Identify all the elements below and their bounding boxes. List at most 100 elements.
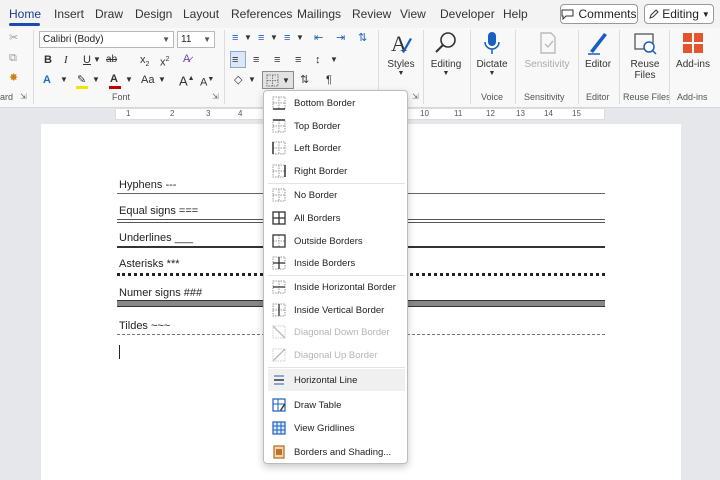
sensitivity-button[interactable]: Sensitivity (519, 30, 575, 70)
shading-icon[interactable]: ◇ (234, 73, 242, 87)
ruler-number: 15 (572, 109, 581, 118)
copy-icon[interactable]: ⧉ (9, 51, 17, 65)
bullets-icon[interactable]: ≡ (232, 31, 238, 45)
group-divider (669, 30, 670, 104)
menu-item-label: Bottom Border (294, 97, 356, 109)
doc-line-asterisks[interactable]: Asterisks *** (119, 258, 180, 270)
menu-item-top-border[interactable]: Top Border (268, 115, 405, 137)
chevron-down-icon[interactable]: ▼ (296, 31, 304, 45)
cut-icon[interactable]: ✂ (9, 31, 18, 45)
doc-line-number-signs[interactable]: Numer signs ### (119, 287, 202, 299)
menu-item-all-borders[interactable]: All Borders (268, 207, 405, 229)
menu-item-draw-table[interactable]: Draw Table (268, 394, 405, 416)
menu-item-label: Inside Horizontal Border (294, 281, 396, 293)
change-case-button[interactable]: Aa (141, 73, 154, 87)
doc-line-equal-signs[interactable]: Equal signs === (119, 205, 198, 217)
doc-line-tildes[interactable]: Tildes ~~~ (119, 320, 170, 332)
editor-button[interactable]: Editor (581, 30, 615, 70)
highlight-icon[interactable]: ✎ (77, 73, 86, 87)
outside-borders-icon (272, 234, 286, 248)
dictate-button[interactable]: Dictate ▼ (474, 30, 510, 77)
font-size-combo[interactable]: 11 ▼ (177, 31, 215, 48)
menu-item-horizontal-line[interactable]: Horizontal Line (268, 369, 405, 391)
font-name-combo[interactable]: Calibri (Body) ▼ (39, 31, 174, 48)
italic-button[interactable]: I (64, 53, 68, 67)
chevron-down-icon: ▼ (162, 35, 170, 44)
editing-button[interactable]: Editing ▼ (428, 30, 464, 77)
align-right-icon[interactable]: ≡ (274, 53, 280, 67)
tab-design[interactable]: Design (135, 7, 172, 21)
align-center-icon[interactable]: ≡ (253, 53, 259, 67)
text-effects-icon[interactable]: A (43, 73, 51, 87)
font-size-value: 11 (181, 34, 192, 45)
menu-item-right-border[interactable]: Right Border (268, 160, 405, 182)
sort-az-icon[interactable]: ⇅ (300, 73, 309, 87)
chevron-down-icon[interactable]: ▼ (270, 31, 278, 45)
format-painter-icon[interactable]: ✸ (9, 71, 18, 85)
editing-mode-button[interactable]: Editing ▼ (644, 4, 714, 24)
tab-review[interactable]: Review (352, 7, 391, 21)
chevron-down-icon[interactable]: ▼ (330, 53, 338, 67)
menu-item-bottom-border[interactable]: Bottom Border (268, 92, 405, 114)
increase-indent-icon[interactable]: ⇥ (336, 31, 345, 45)
menu-item-no-border[interactable]: No Border (268, 184, 405, 206)
menu-item-diagonal-down-border[interactable]: Diagonal Down Border (268, 321, 405, 343)
tab-draw[interactable]: Draw (95, 7, 123, 21)
doc-line-hyphens[interactable]: Hyphens --- (119, 179, 176, 191)
underline-button[interactable]: U (83, 53, 91, 67)
addins-button[interactable]: Add-ins (672, 30, 714, 70)
align-left-icon[interactable]: ≡ (232, 53, 238, 67)
styles-button[interactable]: A Styles ▼ (384, 30, 418, 77)
sort-icon[interactable]: ⇅ (358, 31, 367, 45)
chevron-down-icon[interactable]: ▼ (244, 31, 252, 45)
tab-layout[interactable]: Layout (183, 7, 219, 21)
ruler-number: 4 (238, 109, 243, 118)
chevron-down-icon[interactable]: ▼ (60, 73, 68, 87)
menu-item-view-gridlines[interactable]: View Gridlines (268, 417, 405, 439)
menu-item-diagonal-up-border[interactable]: Diagonal Up Border (268, 344, 405, 366)
subscript-button[interactable]: x2 (140, 53, 149, 68)
menu-item-inside-vertical-border[interactable]: Inside Vertical Border (268, 299, 405, 321)
menu-item-left-border[interactable]: Left Border (268, 137, 405, 159)
menu-item-inside-borders[interactable]: Inside Borders (268, 252, 405, 274)
tab-home[interactable]: Home (9, 7, 41, 21)
bold-button[interactable]: B (44, 53, 52, 67)
reuse-files-button[interactable]: Reuse Files (623, 30, 667, 81)
chevron-down-icon[interactable]: ▼ (92, 73, 100, 87)
numbering-icon[interactable]: ≡ (258, 31, 264, 45)
sensitivity-icon (540, 32, 556, 54)
superscript-button[interactable]: x2 (160, 53, 169, 69)
font-color-icon[interactable]: A (110, 72, 118, 86)
menu-item-inside-horizontal-border[interactable]: Inside Horizontal Border (268, 276, 405, 298)
clear-formatting-icon[interactable]: A̷ (183, 52, 190, 66)
inside-vertical-border-icon (272, 303, 286, 317)
tab-view[interactable]: View (400, 7, 426, 21)
chevron-down-icon[interactable]: ▼ (93, 53, 101, 67)
styles-icon: A (391, 31, 412, 56)
comments-button[interactable]: Comments (560, 4, 638, 24)
chevron-down-icon[interactable]: ▼ (248, 73, 256, 87)
tab-references[interactable]: References (231, 7, 292, 21)
justify-icon[interactable]: ≡ (295, 53, 301, 67)
tab-developer[interactable]: Developer (440, 7, 495, 21)
multilevel-list-icon[interactable]: ≡ (284, 31, 290, 45)
dialog-launcher-icon[interactable]: ⇲ (212, 90, 219, 104)
grow-font-button[interactable]: A▲ (179, 72, 195, 88)
tab-help[interactable]: Help (503, 7, 528, 21)
menu-item-borders-and-shading[interactable]: Borders and Shading... (268, 441, 405, 463)
borders-dropdown-menu: Bottom Border Top Border Left Border Rig… (263, 90, 408, 464)
chevron-down-icon[interactable]: ▼ (125, 73, 133, 87)
decrease-indent-icon[interactable]: ⇤ (314, 31, 323, 45)
dialog-launcher-icon[interactable]: ⇲ (20, 90, 27, 104)
tab-insert[interactable]: Insert (54, 7, 84, 21)
shrink-font-button[interactable]: A▼ (200, 73, 214, 89)
tab-mailings[interactable]: Mailings (297, 7, 341, 21)
dialog-launcher-icon[interactable]: ⇲ (412, 90, 419, 104)
dictate-label: Dictate (476, 59, 508, 70)
chevron-down-icon[interactable]: ▼ (158, 73, 166, 87)
strikethrough-button[interactable]: ab (106, 53, 117, 67)
doc-line-underlines[interactable]: Underlines ___ (119, 232, 193, 244)
menu-item-outside-borders[interactable]: Outside Borders (268, 230, 405, 252)
line-spacing-icon[interactable]: ↕ (315, 53, 321, 67)
show-marks-icon[interactable]: ¶ (326, 73, 332, 87)
